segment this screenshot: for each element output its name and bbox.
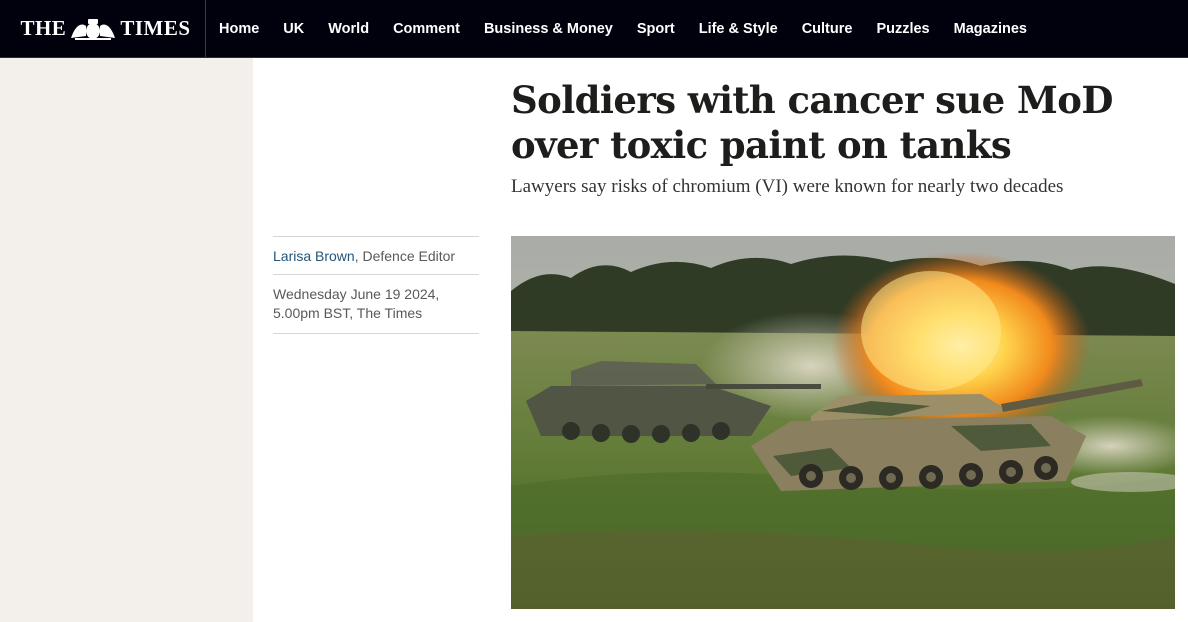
nav-item-life-style[interactable]: Life & Style (687, 21, 790, 37)
publish-time-source: 5.00pm BST, The Times (273, 305, 423, 321)
section-navigation: Home UK World Comment Business & Money S… (207, 0, 1039, 57)
nav-item-world[interactable]: World (316, 21, 381, 37)
article-lead-image[interactable] (511, 236, 1175, 609)
nav-item-comment[interactable]: Comment (381, 21, 472, 37)
logo-times: TIMES (120, 16, 191, 40)
author-link[interactable]: Larisa Brown (273, 248, 355, 264)
nav-item-home[interactable]: Home (207, 21, 271, 37)
the-times-logo[interactable]: THE TIMES (6, 0, 206, 57)
nav-item-sport[interactable]: Sport (625, 21, 687, 37)
nav-item-magazines[interactable]: Magazines (942, 21, 1039, 37)
nav-item-puzzles[interactable]: Puzzles (864, 21, 941, 37)
royal-crest-icon (71, 18, 116, 40)
logo-the: THE (20, 16, 67, 40)
article-meta: Larisa Brown, Defence Editor Wednesday J… (273, 236, 479, 334)
left-side-panel (0, 58, 253, 622)
publish-date: Wednesday June 19 2024, (273, 286, 440, 302)
publish-dateline: Wednesday June 19 2024, 5.00pm BST, The … (273, 275, 479, 334)
article-standfirst: Lawyers say risks of chromium (VI) were … (511, 176, 1064, 197)
author-role: , Defence Editor (354, 248, 456, 264)
article-headline: Soldiers with cancer sue MoD over toxic … (511, 78, 1113, 167)
nav-item-business-money[interactable]: Business & Money (472, 21, 625, 37)
nav-item-culture[interactable]: Culture (790, 21, 865, 37)
nav-item-uk[interactable]: UK (271, 21, 316, 37)
top-navigation-bar: THE TIMES Home UK World Comment Business… (0, 0, 1188, 58)
byline: Larisa Brown, Defence Editor (273, 237, 479, 275)
